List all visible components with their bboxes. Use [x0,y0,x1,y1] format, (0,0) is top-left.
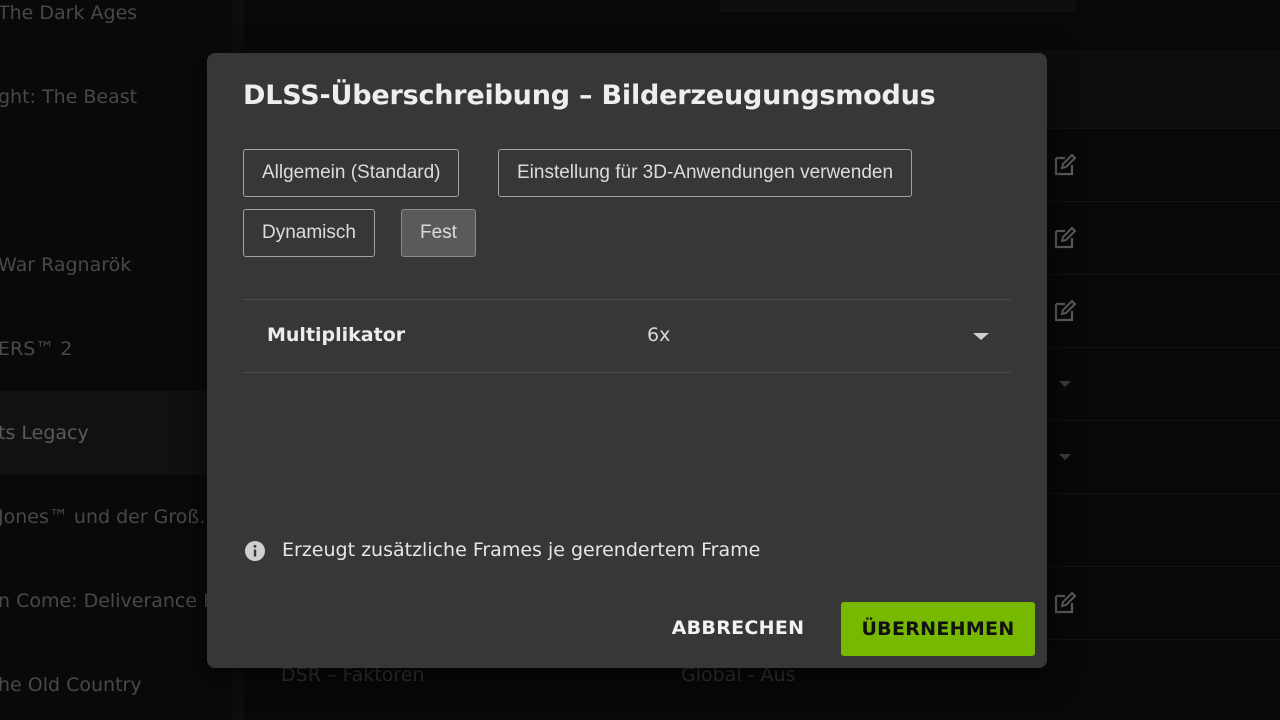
caret-down-icon [973,333,989,340]
divider [243,372,1011,373]
option-fixed-selected[interactable]: Fest [401,209,476,257]
dialog-title: DLSS-Überschreibung – Bilderzeugungsmodu… [243,80,936,111]
dlss-override-dialog: DLSS-Überschreibung – Bilderzeugungsmodu… [207,53,1047,668]
info-icon [245,541,265,561]
divider [243,299,1011,300]
multiplier-value: 6x [647,324,671,346]
multiplier-label: Multiplikator [267,324,406,346]
app-root: The Dark Ages ght: The Beast War Ragnarö… [0,0,1280,720]
cancel-button[interactable]: ABBRECHEN [663,603,813,653]
option-dynamic[interactable]: Dynamisch [243,209,375,257]
option-use-3d-app-setting[interactable]: Einstellung für 3D-Anwendungen verwenden [498,149,913,197]
apply-button[interactable]: ÜBERNEHMEN [841,602,1035,656]
option-general-standard[interactable]: Allgemein (Standard) [243,149,460,197]
info-description: Erzeugt zusätzliche Frames je gerenderte… [282,539,761,561]
multiplier-dropdown[interactable]: 6x [637,315,997,357]
